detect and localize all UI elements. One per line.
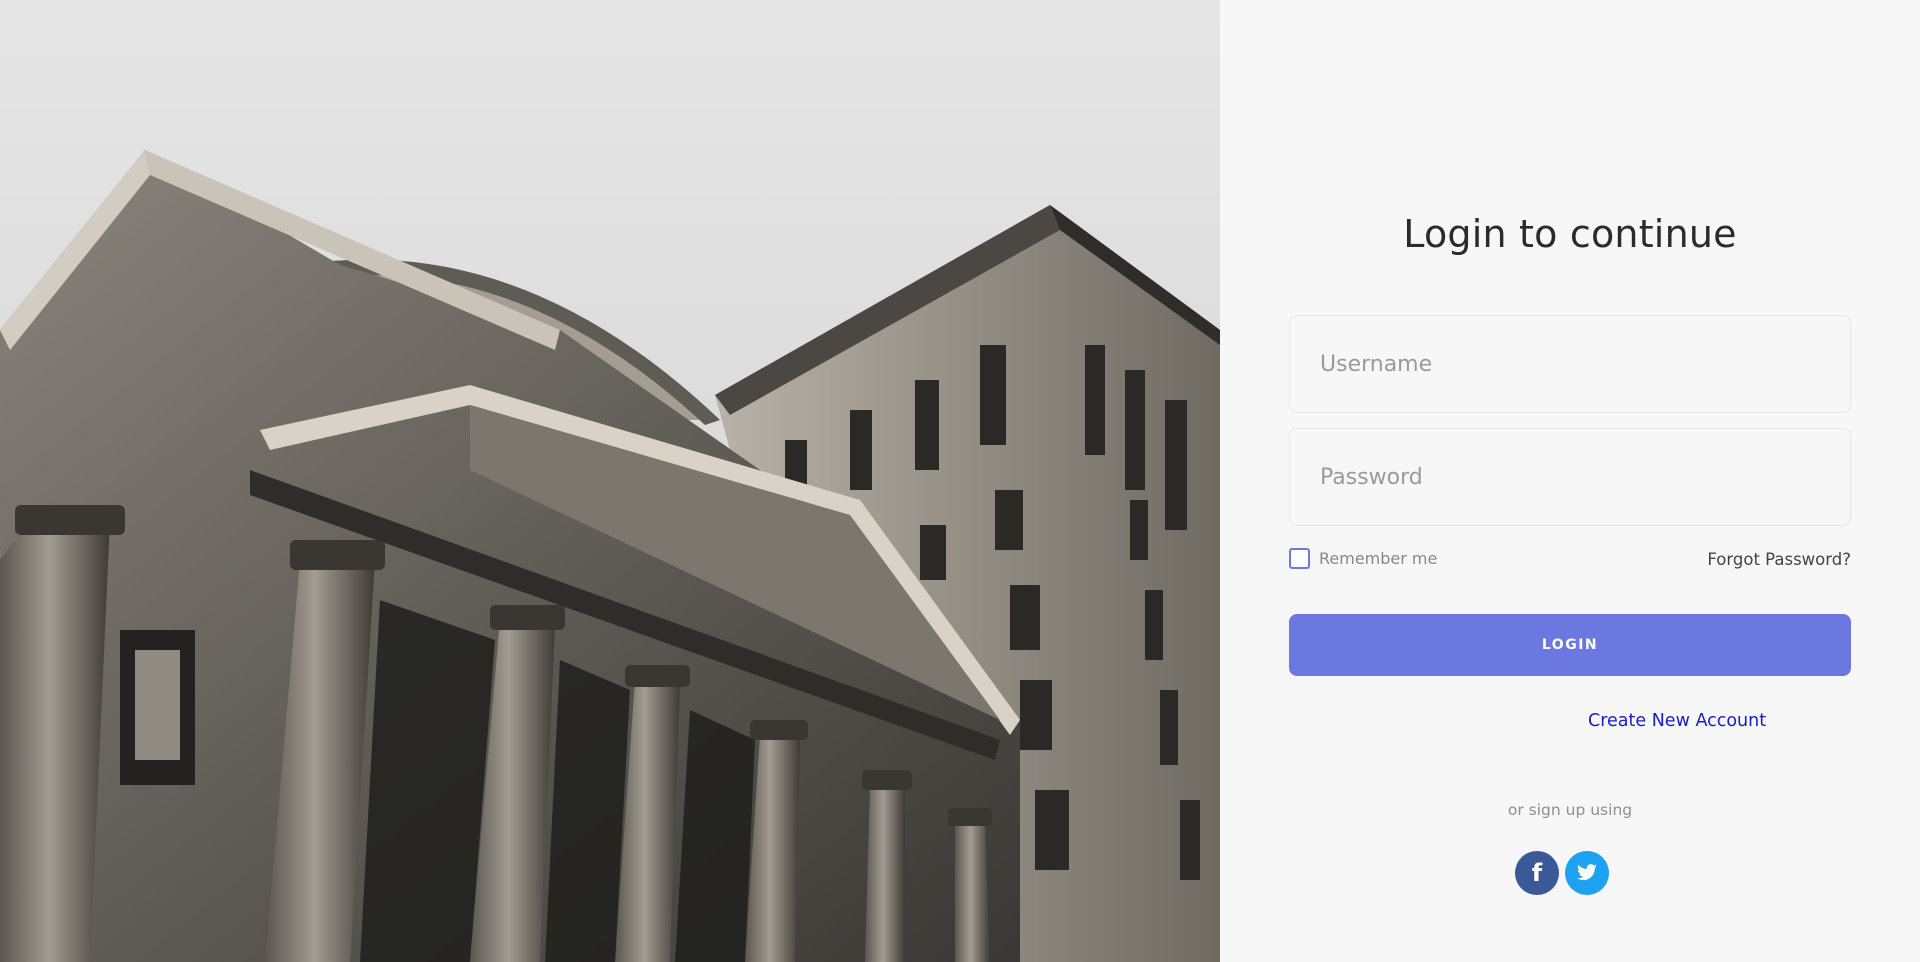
social-buttons: f: [1515, 851, 1609, 895]
facebook-button[interactable]: f: [1515, 851, 1559, 895]
page-title: Login to continue: [1403, 212, 1737, 256]
forgot-password-link[interactable]: Forgot Password?: [1707, 550, 1851, 569]
create-account-link[interactable]: Create New Account: [1588, 711, 1766, 731]
username-input[interactable]: [1289, 315, 1851, 413]
login-button[interactable]: LOGIN: [1289, 614, 1851, 676]
password-input[interactable]: [1289, 428, 1851, 526]
building-illustration: [0, 0, 1220, 962]
hero-image: [0, 0, 1220, 962]
facebook-icon: f: [1531, 859, 1543, 887]
remember-me[interactable]: Remember me: [1289, 548, 1437, 569]
remember-label: Remember me: [1319, 549, 1438, 568]
remember-checkbox[interactable]: [1289, 548, 1310, 569]
login-page: Login to continue Remember me Forgot Pas…: [0, 0, 1920, 962]
or-sign-up-text: or sign up using: [1507, 801, 1633, 819]
twitter-button[interactable]: [1565, 851, 1609, 895]
twitter-icon: [1577, 864, 1597, 881]
login-panel: Login to continue Remember me Forgot Pas…: [1220, 0, 1920, 962]
